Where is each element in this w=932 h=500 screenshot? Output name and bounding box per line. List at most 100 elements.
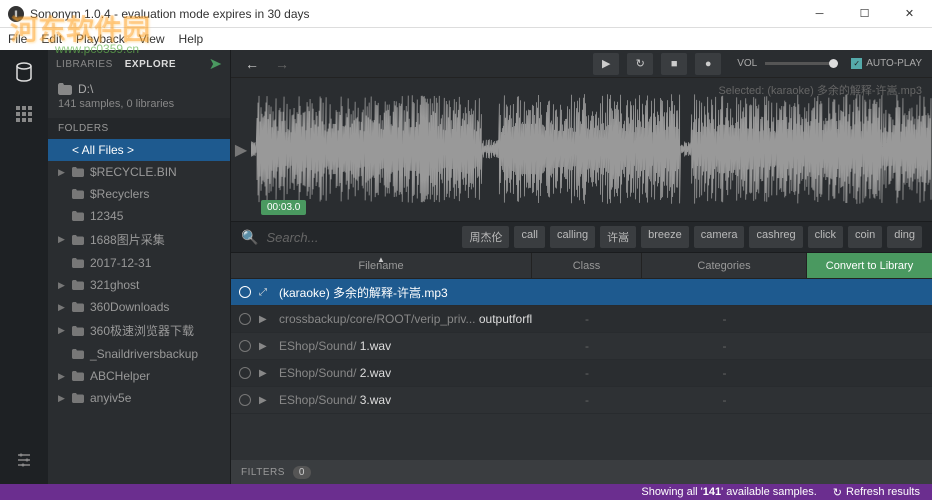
search-tag[interactable]: camera	[694, 226, 745, 248]
record-button[interactable]: ●	[695, 53, 721, 75]
search-tag[interactable]: ding	[887, 226, 922, 248]
folder-item[interactable]: ▶anyiv5e	[48, 387, 230, 409]
play-button[interactable]: ▶	[593, 53, 619, 75]
waveform-canvas[interactable]: Selected: (karaoke) 多余的解释-许嵩.mp3 00:03.0	[251, 78, 932, 221]
row-filename: EShop/Sound/ 1.wav	[279, 339, 532, 353]
row-select-circle[interactable]	[239, 394, 251, 406]
folder-label: anyiv5e	[90, 391, 131, 405]
back-button[interactable]: ←	[241, 54, 263, 74]
menu-edit[interactable]: Edit	[41, 32, 62, 46]
filters-bar[interactable]: FILTERS 0	[231, 460, 932, 484]
left-toolbar	[0, 50, 48, 484]
refresh-button[interactable]: ↻ Refresh results	[833, 486, 920, 499]
folder-item[interactable]: $Recyclers	[48, 183, 230, 205]
table-row[interactable]: ▶EShop/Sound/ 2.wav--	[231, 360, 932, 387]
chevron-icon: ▶	[58, 280, 68, 291]
chevron-icon: ▶	[58, 234, 68, 245]
table-header: ▲ Filename Class Categories Convert to L…	[231, 253, 932, 279]
menu-view[interactable]: View	[139, 32, 165, 46]
search-tag[interactable]: cashreg	[749, 226, 802, 248]
tab-explore[interactable]: EXPLORE	[125, 59, 176, 70]
search-tag[interactable]: 许嵩	[600, 226, 636, 248]
folder-item[interactable]: ▶ 1688图片采集	[48, 227, 230, 252]
row-play-icon[interactable]: ▶	[259, 395, 279, 406]
search-tag[interactable]: coin	[848, 226, 882, 248]
autoplay-checkbox[interactable]: ✓	[851, 58, 862, 69]
search-tag[interactable]: call	[514, 226, 545, 248]
folder-item[interactable]: ▶ $RECYCLE.BIN	[48, 161, 230, 183]
row-filename: EShop/Sound/ 2.wav	[279, 366, 532, 380]
row-play-icon[interactable]: ▶	[259, 314, 279, 325]
menubar: File Edit Playback View Help	[0, 28, 932, 50]
chevron-icon: ▶	[58, 302, 68, 313]
drive-info: 141 samples, 0 libraries	[58, 98, 220, 110]
table-row[interactable]: ▶EShop/Sound/ 1.wav--	[231, 333, 932, 360]
forward-button[interactable]: →	[271, 54, 293, 74]
menu-file[interactable]: File	[8, 32, 27, 46]
volume-slider[interactable]	[765, 62, 835, 65]
folder-label: 360极速浏览器下载	[90, 322, 194, 339]
folder-label: $RECYCLE.BIN	[90, 165, 177, 179]
row-categories: -	[642, 366, 807, 380]
waveform-expand-toggle[interactable]: ▶	[231, 78, 251, 221]
folder-label: 360Downloads	[90, 300, 169, 314]
row-play-icon[interactable]: ▶	[259, 368, 279, 379]
window-title: Sononym 1.0.4 - evaluation mode expires …	[30, 7, 797, 21]
row-categories: -	[642, 393, 807, 407]
statusbar: Showing all '141' available samples. ↻ R…	[0, 484, 932, 500]
menu-playback[interactable]: Playback	[76, 32, 125, 46]
folder-label: < All Files >	[72, 143, 134, 157]
row-class: -	[532, 312, 642, 326]
folder-label: 2017-12-31	[90, 256, 151, 270]
stop-button[interactable]: ■	[661, 53, 687, 75]
folder-item[interactable]: ▶ABCHelper	[48, 365, 230, 387]
column-class[interactable]: Class	[532, 253, 642, 278]
convert-to-library-button[interactable]: Convert to Library	[807, 253, 932, 278]
database-icon[interactable]	[12, 60, 36, 84]
table-row[interactable]: ▶crossbackup/core/ROOT/verip_priv... out…	[231, 306, 932, 333]
column-categories[interactable]: Categories	[642, 253, 807, 278]
grid-icon[interactable]	[12, 102, 36, 126]
folder-item[interactable]: < All Files >	[48, 139, 230, 161]
sidebar: LIBRARIES EXPLORE ➤ D:\ 141 samples, 0 l…	[48, 50, 231, 484]
search-icon: 🔍	[241, 229, 258, 246]
search-tag[interactable]: calling	[550, 226, 595, 248]
chevron-icon: ▶	[58, 371, 68, 382]
folder-item[interactable]: 12345	[48, 205, 230, 227]
maximize-button[interactable]: ☐	[842, 0, 887, 28]
row-play-icon[interactable]: ▶	[259, 341, 279, 352]
menu-help[interactable]: Help	[179, 32, 204, 46]
row-select-circle[interactable]	[239, 340, 251, 352]
loop-button[interactable]: ↻	[627, 53, 653, 75]
tab-libraries[interactable]: LIBRARIES	[56, 59, 113, 70]
row-play-icon[interactable]: ⤢	[259, 287, 279, 298]
table-body: ⤢(karaoke) 多余的解释-许嵩.mp3▶crossbackup/core…	[231, 279, 932, 460]
selected-file-label: Selected: (karaoke) 多余的解释-许嵩.mp3	[718, 82, 922, 98]
folder-item[interactable]: ▶360极速浏览器下载	[48, 318, 230, 343]
filters-label: FILTERS	[241, 467, 285, 478]
folder-item[interactable]: 2017-12-31	[48, 252, 230, 274]
folder-label: 1688图片采集	[90, 231, 165, 248]
column-filename[interactable]: ▲ Filename	[231, 253, 532, 278]
close-button[interactable]: ✕	[887, 0, 932, 28]
chevron-icon: ▶	[58, 167, 68, 178]
row-select-circle[interactable]	[239, 367, 251, 379]
row-categories: -	[642, 339, 807, 353]
folder-icon	[58, 83, 72, 95]
settings-icon[interactable]	[12, 448, 36, 472]
status-text: Showing all '141' available samples.	[641, 486, 816, 498]
search-tag[interactable]: click	[808, 226, 843, 248]
row-select-circle[interactable]	[239, 313, 251, 325]
folder-icon	[72, 258, 86, 268]
search-tag[interactable]: 周杰伦	[462, 226, 509, 248]
folder-item[interactable]: ▶ 360Downloads	[48, 296, 230, 318]
folder-item[interactable]: _Snaildriversbackup	[48, 343, 230, 365]
folder-item[interactable]: ▶321ghost	[48, 274, 230, 296]
search-tag[interactable]: breeze	[641, 226, 689, 248]
pin-icon[interactable]: ➤	[209, 54, 222, 74]
table-row[interactable]: ▶EShop/Sound/ 3.wav--	[231, 387, 932, 414]
table-row[interactable]: ⤢(karaoke) 多余的解释-许嵩.mp3	[231, 279, 932, 306]
minimize-button[interactable]: ─	[797, 0, 842, 28]
row-select-circle[interactable]	[239, 286, 251, 298]
search-input[interactable]	[266, 230, 454, 245]
